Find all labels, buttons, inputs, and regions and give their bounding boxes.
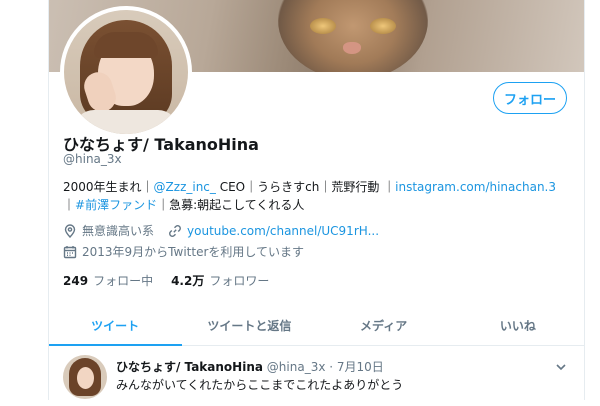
bio-instagram-link[interactable]: instagram.com/hinachan.3 (395, 180, 556, 194)
tweet-text: みんながいてくれたからここまでこれたよありがとう (116, 378, 404, 392)
tweet-author-handle: @hina_3x (266, 360, 326, 374)
follow-button[interactable]: フォロー (493, 82, 567, 114)
tweet-item[interactable]: ひなちょす/ TakanoHina @hina_3x · 7月10日 みんながい… (48, 346, 585, 406)
profile-bio: 2000年生まれ｜@Zzz_inc_ CEO｜うらきすch｜荒野行動 ｜inst… (63, 178, 583, 214)
bio-mention-link[interactable]: @Zzz_inc_ (154, 180, 216, 194)
profile-location: 無意識高い系 (82, 224, 155, 238)
profile-meta-row: 無意識高い系 youtube.com/channel/UC91rH... (63, 222, 379, 239)
location-pin-icon (64, 223, 76, 238)
left-margin (0, 0, 49, 400)
profile-joined-date: 2013年9月からTwitterを利用しています (82, 245, 305, 259)
right-scroll-area (584, 0, 600, 400)
tweet-menu-button[interactable] (555, 358, 567, 371)
tweet-avatar[interactable] (63, 355, 107, 399)
followers-stat[interactable]: 4.2万 フォロワー (171, 272, 269, 289)
following-stat[interactable]: 249 フォロー中 (63, 272, 153, 289)
profile-joined-row: 2013年9月からTwitterを利用しています (63, 243, 304, 260)
tweet-header: ひなちょす/ TakanoHina @hina_3x · 7月10日 (116, 360, 384, 374)
tweet-date[interactable]: 7月10日 (337, 360, 384, 374)
calendar-icon (63, 245, 77, 258)
bio-line-1: 2000年生まれ｜@Zzz_inc_ CEO｜うらきすch｜荒野行動 ｜inst… (63, 180, 556, 194)
profile-tabs: ツイート ツイートと返信 メディア いいね (48, 305, 585, 346)
banner-cat-nose (343, 42, 361, 54)
link-icon (169, 224, 181, 237)
tab-tweets-and-replies[interactable]: ツイートと返信 (182, 305, 316, 345)
tab-tweets[interactable]: ツイート (48, 305, 183, 346)
profile-stats: 249 フォロー中 4.2万 フォロワー (63, 272, 269, 289)
banner-cat-eye (310, 18, 336, 34)
banner-cat-image (278, 0, 428, 72)
tab-media[interactable]: メディア (317, 305, 451, 345)
bio-hashtag-link[interactable]: #前澤ファンド (75, 198, 157, 212)
profile-handle: @hina_3x (63, 152, 122, 166)
profile-avatar[interactable] (60, 6, 192, 138)
banner-cat-eye (370, 18, 396, 34)
tab-likes[interactable]: いいね (451, 305, 585, 345)
profile-website-link[interactable]: youtube.com/channel/UC91rH... (187, 224, 379, 238)
tweet-author-name[interactable]: ひなちょす/ TakanoHina (116, 360, 263, 374)
chevron-down-icon (556, 364, 566, 371)
bio-line-2: ｜#前澤ファンド｜急募:朝起こしてくれる人 (63, 198, 305, 212)
